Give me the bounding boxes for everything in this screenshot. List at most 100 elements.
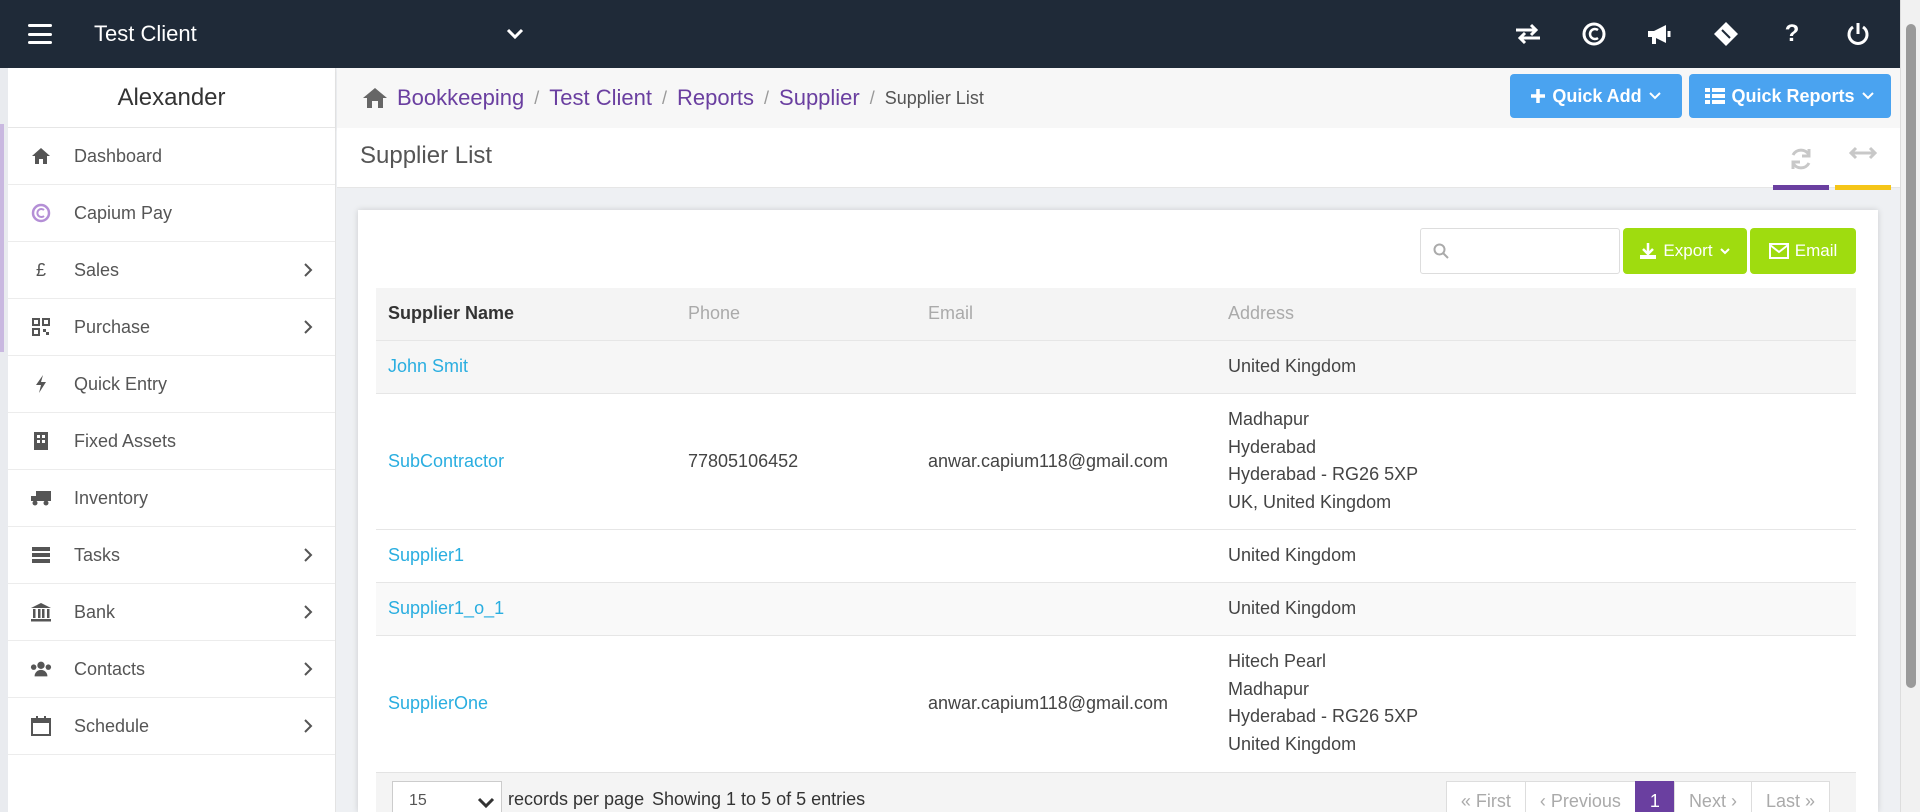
tasks-icon [30, 544, 52, 566]
sidebar-item-contacts[interactable]: Contacts [8, 641, 335, 698]
breadcrumb-reports[interactable]: Reports [677, 85, 754, 111]
supplier-address: United Kingdom [1216, 581, 1856, 635]
home-icon[interactable] [361, 86, 389, 110]
pagination-next[interactable]: Next › [1673, 781, 1752, 812]
transfer-icon[interactable] [1514, 20, 1542, 48]
breadcrumb-separator: / [534, 87, 540, 108]
power-icon[interactable] [1844, 20, 1872, 48]
ticket-icon[interactable] [1712, 20, 1740, 48]
sidebar-item-label: Sales [74, 259, 120, 280]
user-name: Alexander [8, 68, 335, 128]
window-scrollbar[interactable] [1900, 0, 1920, 812]
address-line: Madhapur [1228, 409, 1310, 429]
supplier-name-link[interactable]: Supplier1 [376, 528, 676, 582]
sidebar-item-sales[interactable]: £ Sales [8, 242, 335, 299]
supplier-phone [676, 634, 916, 771]
chevron-right-icon [304, 719, 313, 733]
sidebar-item-schedule[interactable]: Schedule [8, 698, 335, 755]
records-per-page-value: 15 [409, 792, 427, 809]
supplier-address: United Kingdom [1216, 528, 1856, 582]
supplier-name-link[interactable]: SubContractor [376, 392, 676, 529]
sidebar: Alexander Dashboard Capium Pay £ Sales P… [0, 68, 336, 812]
search-input[interactable] [1459, 242, 1619, 260]
chevron-down-icon [1648, 92, 1661, 100]
supplier-name-link[interactable]: John Smit [376, 339, 676, 393]
address-line: Hitech Pearl [1228, 651, 1327, 672]
megaphone-icon[interactable] [1646, 20, 1674, 48]
address-line: United Kingdom [1228, 355, 1357, 376]
building-icon [30, 430, 52, 452]
breadcrumb-bookkeeping[interactable]: Bookkeeping [397, 85, 524, 111]
supplier-email: anwar.capium118@gmail.com [916, 634, 1216, 771]
supplier-list-card: Export Email Supplier Name Phone Email A… [358, 210, 1878, 812]
sidebar-item-capium-pay[interactable]: Capium Pay [8, 185, 335, 242]
expand-button[interactable] [1835, 146, 1891, 190]
breadcrumb-supplier[interactable]: Supplier [779, 85, 860, 111]
address-line: United Kingdom [1228, 733, 1357, 754]
pagination-page-1[interactable]: 1 [1634, 781, 1675, 812]
qr-icon [30, 316, 52, 338]
list-icon [1705, 88, 1726, 104]
breadcrumb: Bookkeeping / Test Client / Reports / Su… [337, 68, 1900, 128]
breadcrumb-separator: / [661, 87, 667, 108]
records-per-page-select[interactable]: 15 [392, 781, 502, 812]
pagination-previous[interactable]: ‹ Previous [1524, 781, 1636, 812]
address-line: UK, United Kingdom [1228, 491, 1392, 512]
quick-add-button[interactable]: Quick Add [1510, 74, 1682, 118]
export-button[interactable]: Export [1623, 228, 1747, 274]
column-header-email[interactable]: Email [916, 288, 1216, 340]
capium-icon[interactable] [1580, 20, 1608, 48]
records-per-page-label: records per page [508, 789, 645, 809]
breadcrumb-test-client[interactable]: Test Client [549, 85, 652, 111]
sidebar-item-label: Bank [74, 601, 116, 622]
sidebar-item-inventory[interactable]: Inventory [8, 470, 335, 527]
plus-icon [1531, 89, 1546, 103]
sidebar-item-label: Purchase [74, 316, 151, 337]
refresh-button[interactable] [1773, 146, 1829, 190]
chevron-right-icon [304, 263, 313, 277]
quick-add-label: Quick Add [1552, 85, 1642, 106]
sidebar-item-dashboard[interactable]: Dashboard [8, 128, 335, 185]
sidebar-item-label: Dashboard [74, 145, 163, 166]
supplier-phone [676, 581, 916, 635]
table-row: SubContractor 77805106452 anwar.capium11… [376, 392, 1856, 529]
client-dropdown-icon[interactable] [505, 24, 525, 44]
chevron-right-icon [304, 320, 313, 334]
refresh-icon [1791, 148, 1811, 170]
table-row: Supplier1_o_1 United Kingdom [376, 581, 1856, 635]
column-header-phone[interactable]: Phone [676, 288, 916, 340]
top-navbar: Test Client ? [0, 0, 1900, 68]
supplier-name-link[interactable]: Supplier1_o_1 [376, 581, 676, 635]
sidebar-accent-bar [0, 124, 4, 352]
email-label: Email [1794, 241, 1838, 260]
sidebar-item-purchase[interactable]: Purchase [8, 299, 335, 356]
address-line: Hyderabad - RG26 5XP [1228, 464, 1419, 484]
pagination-last[interactable]: Last » [1750, 781, 1830, 812]
sidebar-item-quick-entry[interactable]: Quick Entry [8, 356, 335, 413]
quick-reports-button[interactable]: Quick Reports [1689, 74, 1891, 118]
hamburger-menu-icon[interactable] [28, 24, 52, 44]
supplier-address: Madhapur Hyderabad Hyderabad - RG26 5XP … [1216, 392, 1856, 529]
supplier-email: anwar.capium118@gmail.com [916, 392, 1216, 529]
sidebar-item-bank[interactable]: Bank [8, 584, 335, 641]
column-header-address[interactable]: Address [1216, 288, 1856, 340]
export-label: Export [1663, 241, 1713, 260]
supplier-email [916, 528, 1216, 582]
column-header-supplier-name[interactable]: Supplier Name [376, 288, 676, 340]
supplier-name-link[interactable]: SupplierOne [376, 634, 676, 771]
table-header-row: Supplier Name Phone Email Address [376, 288, 1856, 340]
sidebar-item-fixed-assets[interactable]: Fixed Assets [8, 413, 335, 470]
scrollbar-thumb[interactable] [1906, 24, 1916, 688]
address-line: Madhapur [1228, 678, 1310, 699]
capium-pay-icon [30, 202, 52, 224]
pagination-first[interactable]: « First [1445, 781, 1526, 812]
sidebar-item-label: Capium Pay [74, 202, 173, 223]
search-box[interactable] [1420, 228, 1620, 274]
sidebar-item-tasks[interactable]: Tasks [8, 527, 335, 584]
envelope-icon [1768, 243, 1789, 259]
breadcrumb-current: Supplier List [884, 87, 984, 108]
email-button[interactable]: Email [1750, 228, 1856, 274]
pagination: « First ‹ Previous 1 Next › Last » [1445, 781, 1830, 812]
help-icon[interactable]: ? [1778, 20, 1806, 48]
supplier-address: United Kingdom [1216, 339, 1856, 393]
